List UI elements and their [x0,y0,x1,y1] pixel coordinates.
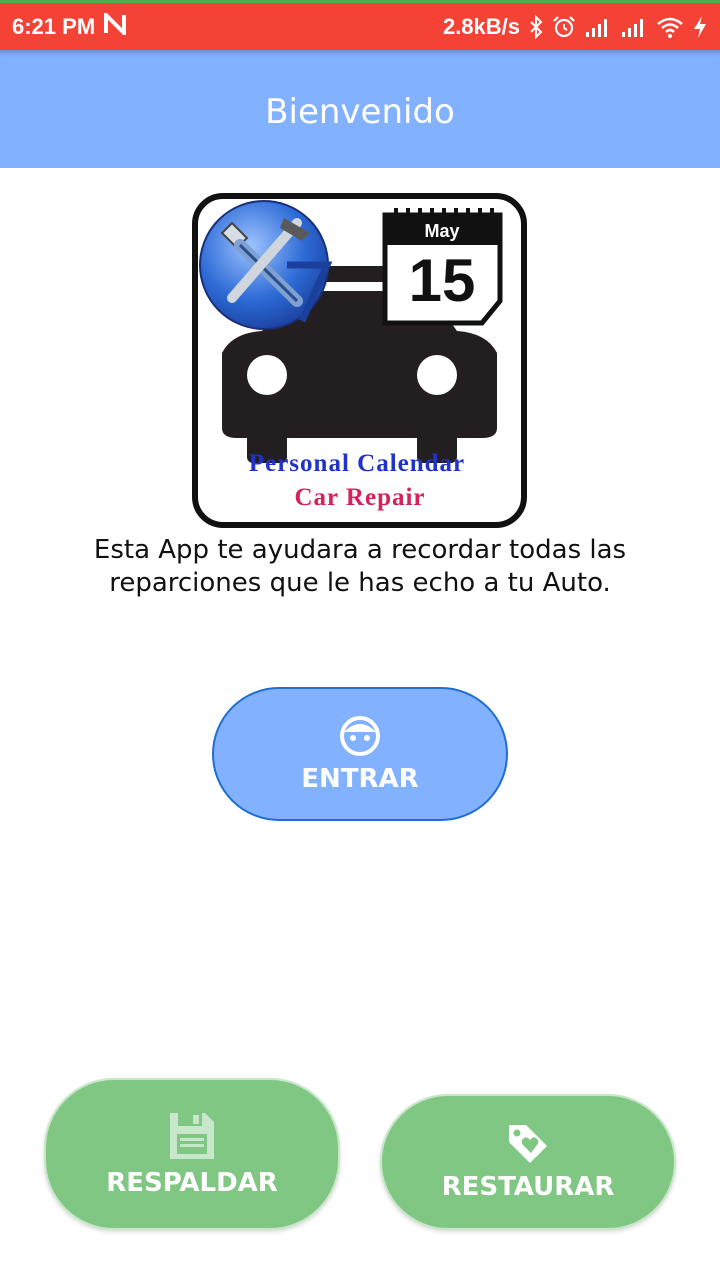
restaurar-button[interactable]: RESTAURAR [380,1094,676,1230]
calendar-month: May [424,221,459,241]
entrar-button[interactable]: ENTRAR [212,687,508,821]
charging-icon [692,15,708,39]
face-icon [340,716,380,756]
restaurar-label: RESTAURAR [441,1172,615,1202]
status-bar: 6:21 PM 2.8kB/s [0,3,720,50]
app-description: Esta App te ayudara a recordar todas las… [93,535,627,598]
app-bar: Bienvenido [0,50,720,168]
network-speed: 2.8kB/s [442,13,520,39]
respaldar-label: RESPALDAR [106,1168,278,1198]
signal-icon [620,16,648,38]
entrar-label: ENTRAR [301,764,419,794]
bluetooth-icon [528,14,544,39]
n-notification-icon [103,9,127,41]
tools-icon [199,200,333,330]
page-title: Bienvenido [265,92,455,132]
logo-text-line1: Personal Calendar [249,450,465,477]
calendar-icon: May 15 [382,208,503,326]
app-logo: May 15 Personal Calendar Car Repair [192,193,527,528]
respaldar-button[interactable]: RESPALDAR [44,1078,340,1230]
alarm-icon [552,15,576,39]
wifi-icon [656,16,684,38]
status-time: 6:21 PM [12,13,96,39]
calendar-day: 15 [409,247,476,314]
logo-text-line2: Car Repair [294,484,425,511]
save-icon [170,1113,214,1159]
signal-icon [584,16,612,38]
tag-heart-icon [509,1125,547,1163]
